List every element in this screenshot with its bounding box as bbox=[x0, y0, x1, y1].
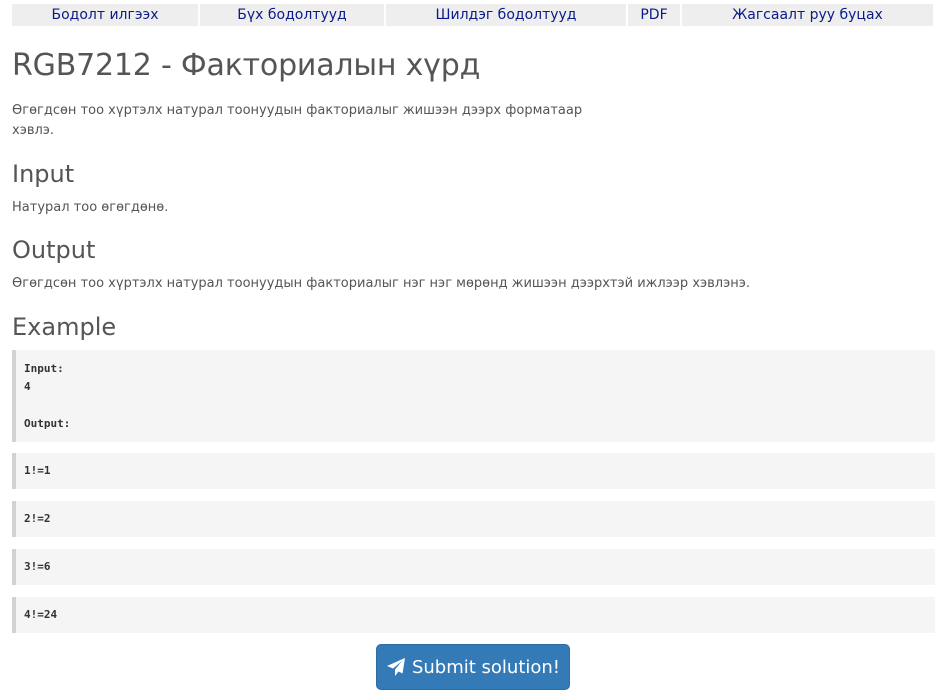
example-input-value: 4 bbox=[24, 380, 31, 393]
example-output-line: 3!=6 bbox=[12, 549, 935, 585]
input-heading: Input bbox=[12, 160, 75, 188]
paper-plane-icon bbox=[386, 658, 405, 676]
example-block: Input: 4 Output: bbox=[12, 350, 935, 442]
example-output-text: 4!=24 bbox=[24, 608, 58, 621]
nav-back-to-list[interactable]: Жагсаалт руу буцах bbox=[682, 4, 933, 26]
submit-solution-button[interactable]: Submit solution! bbox=[376, 644, 570, 690]
input-description: Натурал тоо өгөгдөнө. bbox=[12, 200, 169, 215]
example-output-line: 4!=24 bbox=[12, 597, 935, 633]
example-heading: Example bbox=[12, 313, 117, 341]
example-output-text: 1!=1 bbox=[24, 464, 51, 477]
example-output-line: 2!=2 bbox=[12, 501, 935, 537]
top-navigation: Бодолт илгээх Бүх бодолтууд Шилдэг бодол… bbox=[0, 0, 944, 26]
example-output-text: 2!=2 bbox=[24, 512, 51, 525]
example-output-text: 3!=6 bbox=[24, 560, 51, 573]
output-heading: Output bbox=[12, 236, 96, 264]
nav-best-solutions[interactable]: Шилдэг бодолтууд bbox=[386, 4, 626, 26]
nav-submit-solution[interactable]: Бодолт илгээх bbox=[12, 4, 198, 26]
example-input-label: Input: bbox=[24, 362, 64, 375]
submit-button-label: Submit solution! bbox=[411, 656, 561, 678]
nav-all-solutions[interactable]: Бүх бодолтууд bbox=[200, 4, 384, 26]
nav-pdf[interactable]: PDF bbox=[628, 4, 680, 26]
output-description: Өгөгдсөн тоо хүртэлх натурал тоонуудын ф… bbox=[12, 276, 751, 291]
problem-title: RGB7212 - Факториалын хүрд bbox=[12, 48, 481, 83]
example-output-line: 1!=1 bbox=[12, 453, 935, 489]
example-output-label: Output: bbox=[24, 417, 71, 430]
problem-description: Өгөгдсөн тоо хүртэлх натурал тоонуудын ф… bbox=[12, 103, 583, 138]
